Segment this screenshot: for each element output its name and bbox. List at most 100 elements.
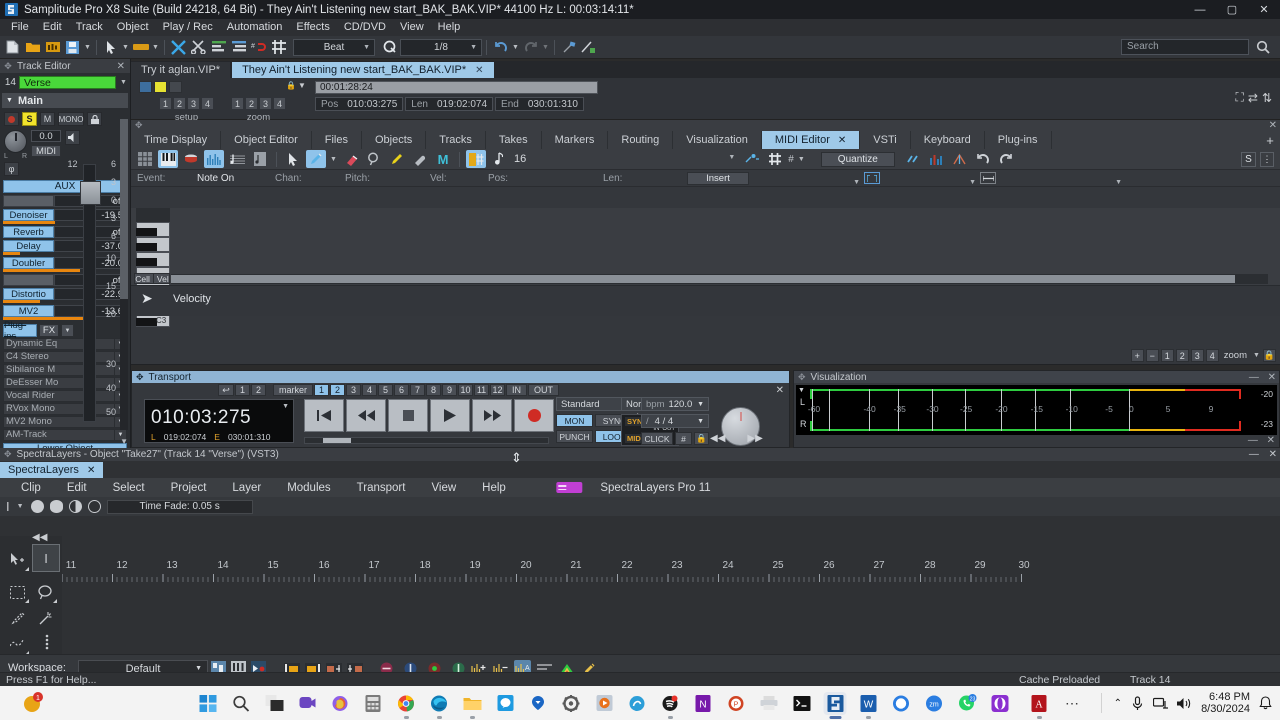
zoom-out-button[interactable]: − [1145,349,1159,362]
messenger-icon[interactable] [494,692,517,715]
vip-mini-1[interactable] [139,81,152,93]
metronome-grid-icon[interactable]: # [675,432,692,445]
pos-cell[interactable]: Pos: [482,173,597,184]
tab-objects[interactable]: Objects [362,131,427,149]
zoom-chevron-icon[interactable]: ▼ [1252,352,1261,359]
menu-item-effects[interactable]: Effects [289,19,336,36]
draw-pencil-icon[interactable] [306,150,326,168]
tab-keyboard[interactable]: Keyboard [911,131,985,149]
fx-name-7[interactable]: MV2 [3,305,54,317]
speaker-icon[interactable] [65,130,80,145]
play-button[interactable] [430,399,470,432]
punch-button[interactable]: PUNCH [556,430,593,443]
media-player-icon[interactable] [593,692,616,715]
pan-knob[interactable] [4,130,27,153]
tab-plugins[interactable]: Plug-ins [985,131,1052,149]
spectralayers-tab[interactable]: SpectraLayers ✕ [0,462,104,478]
chan-cell[interactable]: Chan: [269,173,339,184]
spotify-icon[interactable] [659,692,682,719]
marker-11[interactable]: 11 [474,384,490,396]
zoom-2[interactable]: 2 [245,97,258,110]
sl-menu-help[interactable]: Help [469,482,519,494]
search-input[interactable]: Search [1121,39,1249,55]
search-icon[interactable] [1253,38,1272,57]
len-field[interactable]: Len 019:02:074 [405,97,494,111]
marker-out[interactable]: OUT [528,384,560,396]
plugins-button[interactable]: Plug-ins [3,320,37,342]
word-icon[interactable]: W [857,692,880,719]
settings-gear-icon[interactable] [560,692,583,715]
timecode-chevron-icon[interactable]: ▼ [282,403,289,410]
black-key-2[interactable] [136,243,157,251]
velocity-lane[interactable]: ➤ Velocity [131,285,1280,316]
opera-icon[interactable] [989,692,1012,715]
vertical-dots-tool-icon[interactable] [34,630,60,654]
jog-forward-icon[interactable]: ▶▶ [747,433,762,444]
black-key-1[interactable] [136,228,157,236]
volume-fader[interactable] [80,164,101,422]
select-ellipse-icon[interactable] [49,500,63,513]
main-section-header[interactable]: ▼ Main [2,93,128,108]
solo-button[interactable]: S [22,112,37,126]
midi-redo-icon[interactable] [996,150,1016,168]
file-explorer-icon[interactable] [461,692,484,719]
marker-in[interactable]: IN [506,384,528,396]
eraser-icon[interactable] [341,150,361,168]
mono-button[interactable]: MONO [58,112,84,126]
sharex-icon[interactable] [626,692,649,715]
lasso-select-tool-icon[interactable] [32,580,58,604]
quantize-q-icon[interactable] [380,38,399,57]
sl-menu-layer[interactable]: Layer [219,482,274,494]
tab-midi-editor[interactable]: MIDI Editor ✕ [761,131,861,149]
fx-name-5[interactable] [3,274,54,286]
zoom-preset-2[interactable]: 2 [1175,349,1189,362]
marker-back-icon[interactable]: ↩ [218,384,234,396]
vip-mini-2[interactable] [154,81,167,93]
tab-takes[interactable]: Takes [486,131,542,149]
fx-name-3[interactable]: Delay [3,240,54,252]
time-signature-select[interactable]: / 4 / 4 ▼ [641,414,709,428]
tab-object-editor[interactable]: Object Editor [221,131,312,149]
whatsapp-icon[interactable]: 23 [956,692,979,715]
tab-time-display[interactable]: Time Display [131,131,222,149]
midi-undo-icon[interactable] [973,150,993,168]
edge-icon[interactable] [428,692,451,719]
zoom-magnifier-icon[interactable] [364,150,384,168]
spectralayers-time-ruler[interactable]: 11 12 13 14 15 16 17 18 19 20 21 22 23 2… [62,560,1030,582]
viz-bottom-minimize-icon[interactable]: — [1248,435,1258,446]
grid-mode-select[interactable]: Beat ▼ [293,38,375,56]
marker-3[interactable]: 3 [346,384,362,396]
marker-6[interactable]: 6 [394,384,410,396]
menu-item-view[interactable]: View [393,19,431,36]
sl-menu-edit[interactable]: Edit [54,482,100,494]
close-button[interactable]: ✕ [1248,0,1280,19]
vip-tab-1-close-icon[interactable]: ✕ [475,65,483,76]
midi-dock-grip[interactable]: ✥ ✕ [131,120,1280,131]
quantize-button[interactable]: Quantize [820,151,895,167]
freehand-select-tool-icon[interactable] [4,632,30,656]
open-project-icon[interactable] [43,38,62,57]
menu-item-track[interactable]: Track [69,19,110,36]
select-ring-icon[interactable] [87,500,101,513]
rectangle-select-tool-icon[interactable] [4,580,30,604]
marker-10[interactable]: 10 [458,384,474,396]
fx-name-0[interactable] [3,195,54,207]
tab-midi-editor-close-icon[interactable]: ✕ [838,135,846,146]
mute-tool-icon[interactable]: M [433,150,453,168]
menu-item-object[interactable]: Object [110,19,156,36]
zoom-preset-3[interactable]: 3 [1190,349,1204,362]
mon-button[interactable]: MON [556,414,593,427]
marker-slot-b[interactable]: 2 [251,384,266,396]
transport-scrub-slider[interactable] [304,437,549,444]
start-icon[interactable] [197,692,220,715]
search-icon-taskbar[interactable] [230,692,253,715]
rewind-button[interactable] [346,399,386,432]
pitch-cell[interactable]: Pitch: [339,173,424,184]
tool-collapse-icon[interactable]: ◀◀ [32,532,47,543]
undo-dropdown-icon[interactable]: ▼ [511,44,520,51]
length-marker-icon[interactable] [980,172,996,184]
viz-bottom-close-icon[interactable]: ✕ [1267,435,1275,446]
magic-wand-tool-icon[interactable] [32,606,58,630]
jog-rewind-icon[interactable]: ◀◀ [710,433,725,444]
samplitude-taskbar-icon[interactable] [823,691,847,719]
